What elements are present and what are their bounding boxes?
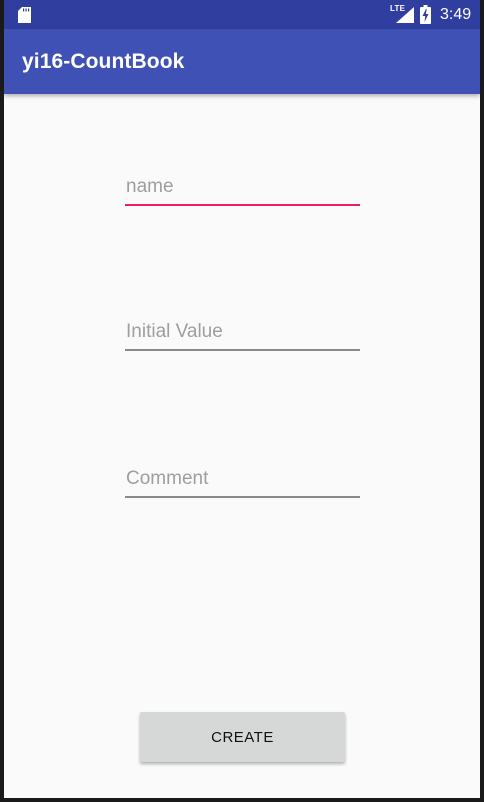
- app-screen: LTE 3:49 yi16-CountBook CREATE: [4, 0, 480, 798]
- signal-icon: [396, 7, 414, 23]
- initial-value-underline: [125, 349, 360, 351]
- name-field-underline: [125, 204, 360, 206]
- comment-underline: [125, 496, 360, 498]
- app-title: yi16-CountBook: [22, 50, 185, 73]
- app-bar: yi16-CountBook: [4, 29, 480, 94]
- name-field[interactable]: [125, 170, 362, 206]
- comment-field[interactable]: [125, 462, 362, 498]
- status-time: 3:49: [440, 6, 472, 23]
- name-input[interactable]: [125, 170, 362, 204]
- status-bar: LTE 3:49: [4, 0, 480, 29]
- initial-value-field[interactable]: [125, 315, 362, 351]
- comment-input[interactable]: [125, 462, 362, 496]
- battery-charging-icon: [420, 5, 431, 24]
- sd-card-icon: [18, 7, 31, 23]
- initial-value-input[interactable]: [125, 315, 362, 349]
- create-button[interactable]: CREATE: [140, 712, 345, 762]
